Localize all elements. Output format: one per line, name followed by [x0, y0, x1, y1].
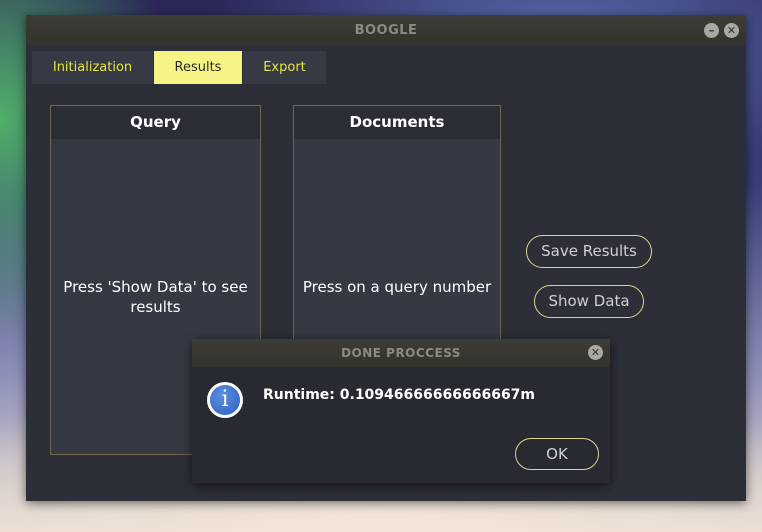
tab-export[interactable]: Export	[243, 51, 326, 84]
dialog-title: DONE PROCCESS	[341, 346, 461, 360]
runtime-message: Runtime: 0.10946666666666667m	[263, 387, 536, 403]
dialog-close-icon[interactable]: ✕	[588, 345, 603, 360]
ok-button[interactable]: OK	[515, 438, 599, 470]
tab-results[interactable]: Results	[154, 51, 242, 84]
window-titlebar[interactable]: BOOGLE – ✕	[26, 15, 746, 46]
window-title: BOOGLE	[354, 23, 418, 38]
documents-panel-header: Documents	[294, 106, 500, 139]
done-process-dialog: DONE PROCCESS ✕ i Runtime: 0.10946666666…	[192, 339, 610, 483]
minimize-icon[interactable]: –	[704, 23, 719, 38]
show-data-button[interactable]: Show Data	[534, 285, 644, 318]
documents-panel-message: Press on a query number	[302, 278, 492, 296]
dialog-titlebar[interactable]: DONE PROCCESS ✕	[192, 339, 610, 367]
info-icon: i	[207, 382, 243, 418]
documents-panel[interactable]: Documents Press on a query number	[293, 105, 501, 347]
query-panel-header: Query	[51, 106, 260, 139]
tab-initialization[interactable]: Initialization	[32, 51, 153, 84]
query-panel-message: Press 'Show Data' to see results	[63, 278, 248, 316]
save-results-button[interactable]: Save Results	[526, 235, 652, 268]
close-icon[interactable]: ✕	[724, 23, 739, 38]
